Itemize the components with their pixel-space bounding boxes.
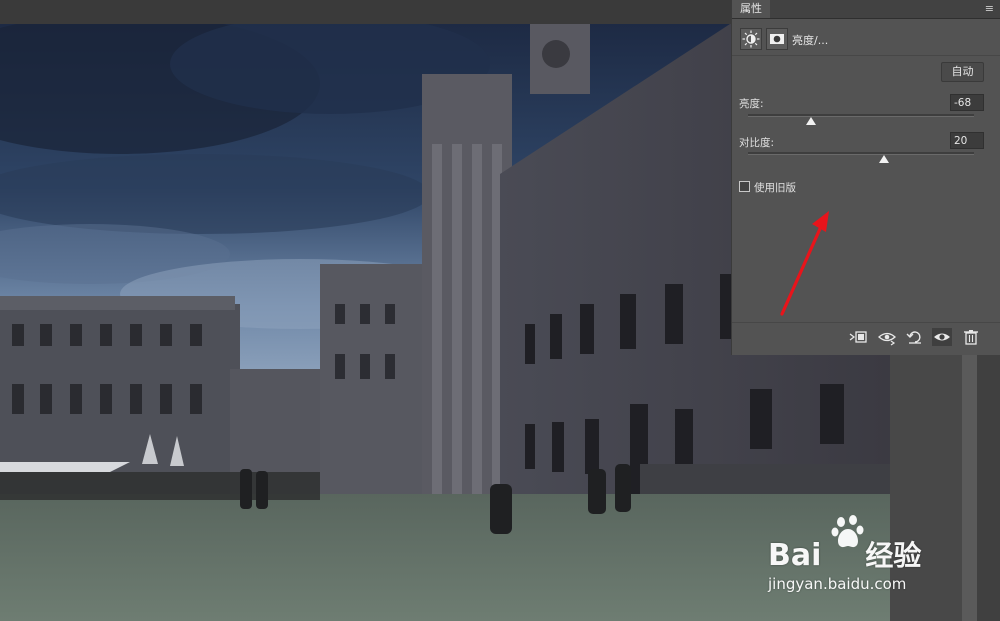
- layer-mask-icon[interactable]: [766, 28, 788, 50]
- delete-trash-icon[interactable]: [961, 328, 981, 346]
- baidu-jingyan-watermark: Bai 经验 jingyan.baidu.com: [768, 512, 948, 602]
- visibility-eye-icon[interactable]: [932, 328, 952, 346]
- brightness-slider-track[interactable]: [748, 114, 974, 117]
- contrast-value-input[interactable]: [950, 132, 984, 149]
- divider: [732, 55, 1000, 56]
- contrast-slider-thumb[interactable]: [878, 155, 889, 163]
- reset-icon[interactable]: [905, 328, 925, 346]
- brightness-slider-thumb[interactable]: [806, 117, 817, 125]
- auto-button[interactable]: 自动: [941, 62, 984, 82]
- contrast-label: 对比度:: [739, 137, 775, 149]
- panel-footer: [732, 322, 1000, 351]
- adjustment-type-label: 亮度/...: [792, 34, 829, 47]
- contrast-slider-track[interactable]: [748, 152, 974, 155]
- use-legacy-label: 使用旧版: [754, 182, 796, 194]
- properties-panel: 属性 ≡ 亮度/... 自动 亮度: -68 对比度: 20 使用旧版: [731, 0, 1000, 355]
- tab-properties[interactable]: 属性: [732, 0, 770, 18]
- brightness-contrast-icon[interactable]: [740, 28, 762, 50]
- adjustment-type-row: 亮度/...: [732, 28, 1000, 50]
- brightness-label: 亮度:: [739, 98, 764, 110]
- use-legacy-checkbox[interactable]: [739, 181, 750, 192]
- watermark-brand-suffix: 经验: [865, 539, 922, 572]
- panel-scrollbar[interactable]: [962, 355, 977, 621]
- panel-tab-bar: 属性 ≡: [732, 0, 1000, 19]
- watermark-url: jingyan.baidu.com: [768, 575, 907, 593]
- brightness-value-input[interactable]: [950, 94, 984, 111]
- view-previous-state-icon[interactable]: [877, 328, 897, 346]
- watermark-brand: Bai 经验: [768, 534, 921, 574]
- workspace-edge: [977, 355, 1000, 621]
- hamburger-menu-icon[interactable]: ≡: [985, 3, 994, 15]
- clip-to-layer-icon[interactable]: [848, 328, 868, 346]
- watermark-brand-text: Bai: [768, 538, 822, 573]
